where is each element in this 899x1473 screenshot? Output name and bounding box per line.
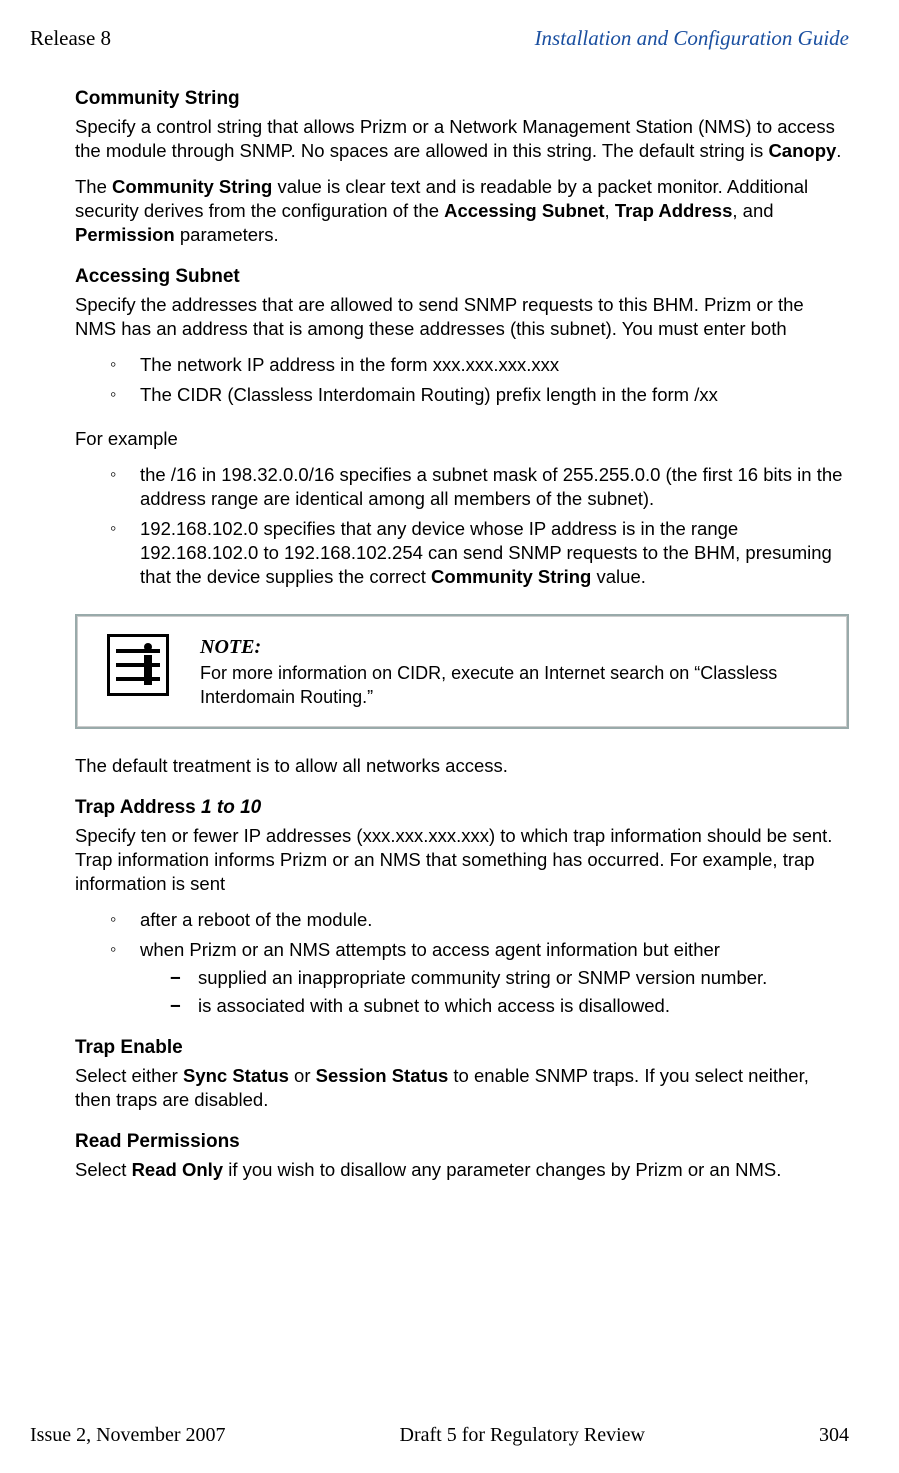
header-guide-title: Installation and Configuration Guide — [535, 25, 849, 52]
list-item: is associated with a subnet to which acc… — [170, 994, 849, 1018]
heading-community-string: Community String — [75, 87, 849, 112]
page-footer: Issue 2, November 2007 Draft 5 for Regul… — [30, 1422, 849, 1448]
list-item: after a reboot of the module. — [110, 908, 849, 932]
list-item: 192.168.102.0 specifies that any device … — [110, 517, 849, 589]
para-for-example: For example — [75, 427, 849, 451]
note-text: NOTE: For more information on CIDR, exec… — [180, 634, 829, 709]
heading-accessing-subnet: Accessing Subnet — [75, 265, 849, 290]
list-item: when Prizm or an NMS attempts to access … — [110, 938, 849, 1018]
list-item: supplied an inappropriate community stri… — [170, 966, 849, 990]
heading-read-permissions: Read Permissions — [75, 1130, 849, 1155]
list-subnet-inputs: The network IP address in the form xxx.x… — [75, 353, 849, 407]
list-trap-sub: supplied an inappropriate community stri… — [140, 966, 849, 1018]
main-content: Community String Specify a control strin… — [30, 87, 849, 1181]
para-trap-enable: Select either Sync Status or Session Sta… — [75, 1064, 849, 1112]
info-icon — [107, 634, 169, 696]
note-callout: NOTE: For more information on CIDR, exec… — [75, 614, 849, 729]
footer-page-number: 304 — [819, 1422, 849, 1448]
header-release: Release 8 — [30, 25, 111, 52]
heading-trap-address: Trap Address 1 to 10 — [75, 796, 849, 821]
para-subnet-1: Specify the addresses that are allowed t… — [75, 293, 849, 341]
list-item: The network IP address in the form xxx.x… — [110, 353, 849, 377]
list-item: the /16 in 198.32.0.0/16 specifies a sub… — [110, 463, 849, 511]
heading-trap-enable: Trap Enable — [75, 1036, 849, 1061]
footer-issue: Issue 2, November 2007 — [30, 1422, 226, 1448]
note-icon-container — [95, 634, 180, 696]
para-community-1: Specify a control string that allows Pri… — [75, 115, 849, 163]
note-body: For more information on CIDR, execute an… — [200, 663, 777, 706]
para-community-2: The Community String value is clear text… — [75, 175, 849, 247]
para-default-treatment: The default treatment is to allow all ne… — [75, 754, 849, 778]
list-item: The CIDR (Classless Interdomain Routing)… — [110, 383, 849, 407]
footer-draft: Draft 5 for Regulatory Review — [400, 1422, 645, 1448]
list-subnet-example: the /16 in 198.32.0.0/16 specifies a sub… — [75, 463, 849, 589]
note-title: NOTE: — [200, 634, 829, 660]
para-trap-1: Specify ten or fewer IP addresses (xxx.x… — [75, 824, 849, 896]
para-read-permissions: Select Read Only if you wish to disallow… — [75, 1158, 849, 1182]
list-trap: after a reboot of the module. when Prizm… — [75, 908, 849, 1018]
page-header: Release 8 Installation and Configuration… — [30, 25, 849, 52]
